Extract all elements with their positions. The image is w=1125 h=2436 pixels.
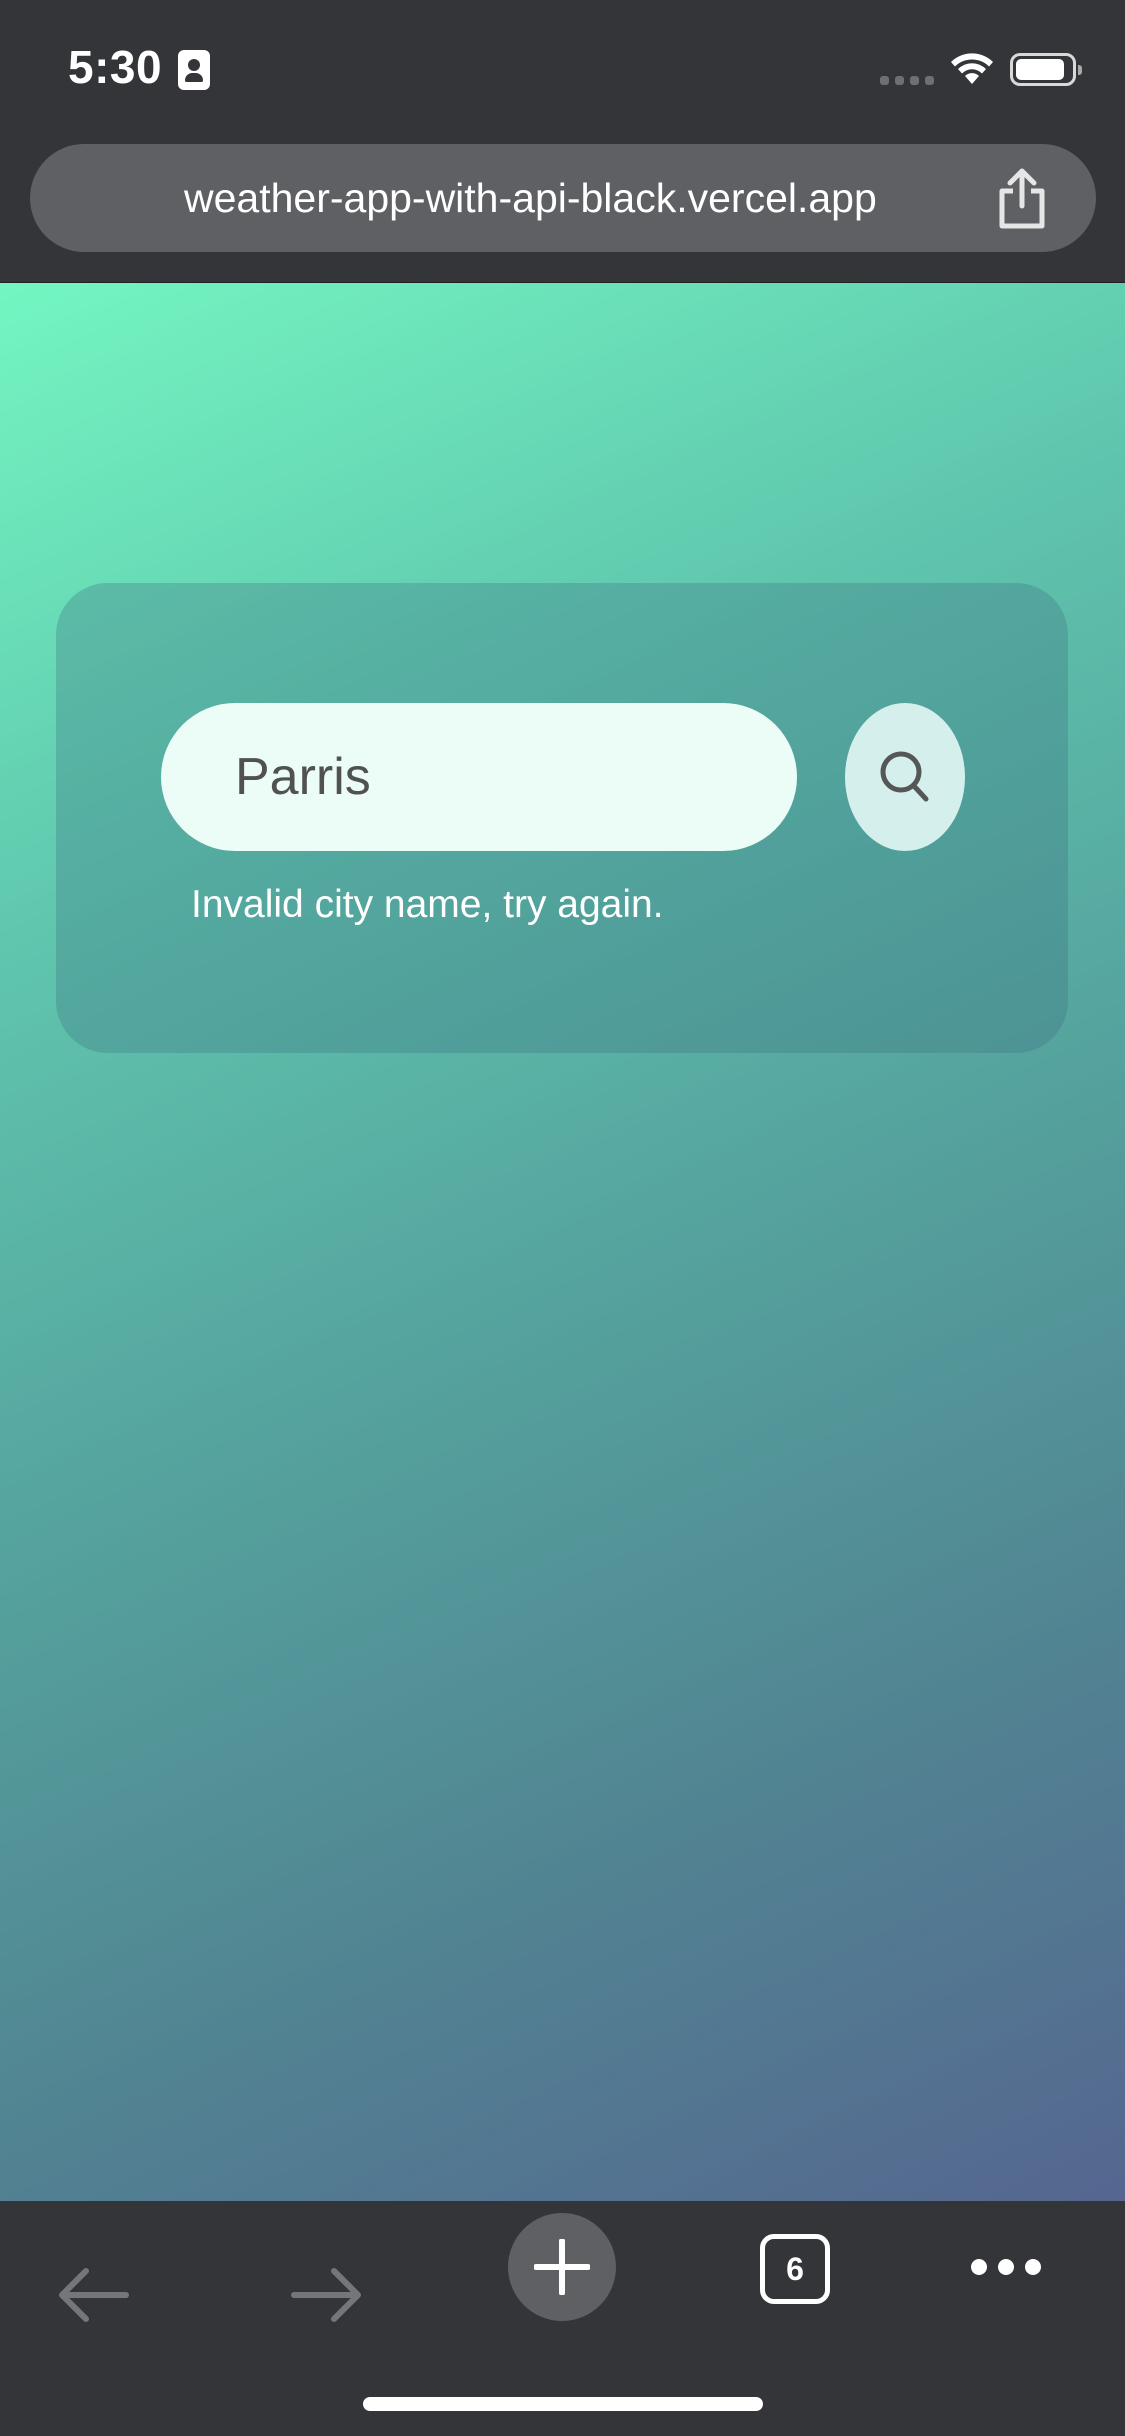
address-bar[interactable]: weather-app-with-api-black.vercel.app [30,144,1096,252]
wifi-icon [951,53,993,84]
new-tab-button[interactable] [508,2213,616,2321]
home-indicator [363,2397,763,2411]
battery-icon [1010,53,1082,86]
status-time: 5:30 [68,41,163,93]
more-icon[interactable] [970,2257,1042,2277]
browser-bottom-toolbar: 6 [0,2201,1125,2436]
cellular-signal-icon [880,76,934,86]
back-arrow-icon[interactable] [56,2266,130,2324]
search-icon [880,751,929,802]
city-search-input[interactable] [161,703,797,851]
id-card-icon [178,50,210,90]
status-bar: 5:30 [0,0,1125,140]
url-text[interactable]: weather-app-with-api-black.vercel.app [184,144,877,252]
weather-app-page: Invalid city name, try again. [0,283,1125,2201]
weather-card: Invalid city name, try again. [56,583,1068,1053]
tabs-button[interactable]: 6 [760,2234,830,2304]
plus-icon [534,2239,590,2295]
search-button[interactable] [845,703,965,851]
error-message: Invalid city name, try again. [191,883,664,926]
share-icon[interactable] [992,166,1052,232]
forward-arrow-icon[interactable] [290,2266,364,2324]
